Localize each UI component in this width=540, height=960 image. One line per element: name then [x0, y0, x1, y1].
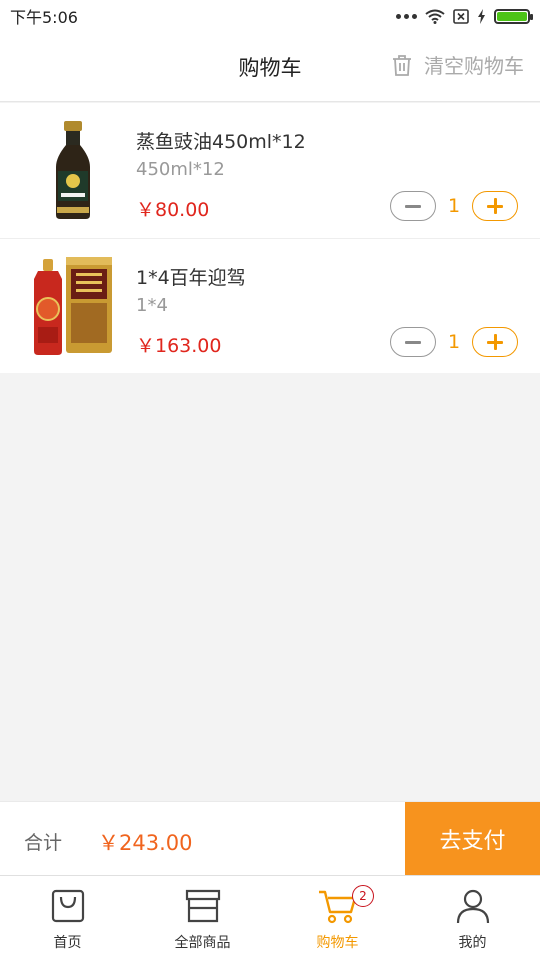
person-icon	[456, 889, 489, 924]
clear-cart-button[interactable]: 清空购物车	[392, 50, 524, 79]
sim-off-icon	[453, 8, 469, 24]
status-bar: 下午5:06	[0, 0, 540, 32]
trash-icon	[393, 54, 411, 76]
tab-label: 全部商品	[174, 935, 231, 951]
header: 购物车 清空购物车	[0, 32, 540, 102]
quantity-value: 1	[447, 331, 461, 353]
plus-icon	[487, 334, 503, 350]
tab-all-products[interactable]: 全部商品	[135, 876, 270, 960]
decrease-button[interactable]	[390, 327, 436, 357]
total-label: 合计	[24, 832, 63, 854]
tab-cart[interactable]: 购物车 2	[270, 876, 405, 960]
status-time: 下午5:06	[10, 8, 78, 27]
cart-item[interactable]: 1*4百年迎驾 1*4 ￥163.00 1	[0, 239, 540, 373]
tab-label: 我的	[458, 935, 487, 951]
product-price: ￥80.00	[136, 199, 210, 221]
increase-button[interactable]	[472, 191, 518, 221]
screen: 下午5:06 购物车 清空购物车 蒸鱼豉油450ml*12 450ml*12 ￥…	[0, 0, 540, 960]
quantity-stepper: 1	[390, 191, 518, 221]
tab-label: 购物车	[316, 935, 359, 951]
pay-button[interactable]: 去支付	[405, 802, 540, 876]
product-spec: 450ml*12	[136, 159, 225, 180]
product-image-soy-sauce	[56, 121, 90, 219]
store-icon	[185, 889, 220, 923]
quantity-value: 1	[447, 195, 461, 217]
cart-list: 蒸鱼豉油450ml*12 450ml*12 ￥80.00 1 1*4百年迎驾 1…	[0, 103, 540, 373]
decrease-button[interactable]	[390, 191, 436, 221]
increase-button[interactable]	[472, 327, 518, 357]
cart-count-badge: 2	[352, 885, 374, 907]
minus-icon	[405, 340, 421, 344]
tab-bar: 首页 全部商品 购物车 2 我的	[0, 875, 540, 960]
plus-icon	[487, 198, 503, 214]
clear-cart-label: 清空购物车	[424, 54, 524, 78]
tab-profile[interactable]: 我的	[405, 876, 540, 960]
bag-icon	[51, 889, 84, 923]
product-price: ￥163.00	[136, 335, 222, 357]
minus-icon	[405, 204, 421, 208]
charging-icon	[478, 8, 485, 24]
total-amount: ￥243.00	[98, 831, 193, 855]
product-name: 蒸鱼豉油450ml*12	[136, 131, 306, 153]
wifi-icon	[425, 9, 445, 24]
checkout-bar: 合计 ￥243.00 去支付	[0, 801, 540, 876]
product-spec: 1*4	[136, 295, 168, 316]
more-dots-icon	[396, 13, 417, 19]
quantity-stepper: 1	[390, 327, 518, 357]
battery-icon	[494, 8, 533, 24]
product-image-liquor	[34, 257, 112, 355]
tab-home[interactable]: 首页	[0, 876, 135, 960]
cart-item[interactable]: 蒸鱼豉油450ml*12 450ml*12 ￥80.00 1	[0, 103, 540, 239]
product-name: 1*4百年迎驾	[136, 267, 246, 289]
status-icons	[396, 8, 533, 24]
tab-label: 首页	[53, 935, 82, 951]
